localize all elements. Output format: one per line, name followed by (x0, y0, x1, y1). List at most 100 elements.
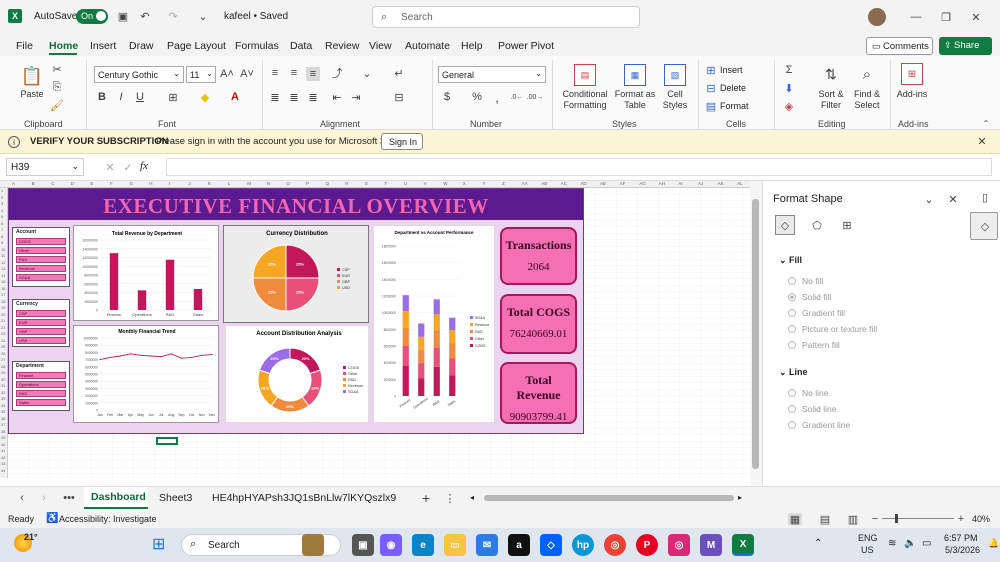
more-sheets-icon[interactable]: ••• (62, 492, 76, 504)
row-header[interactable]: 5 (1, 214, 3, 219)
row-header[interactable]: 8 (1, 234, 3, 239)
fill-color-icon[interactable]: ◆ (198, 91, 212, 104)
row-header[interactable]: 42 (1, 455, 5, 460)
file-explorer-icon[interactable]: ▭ (444, 534, 466, 556)
slicer-account[interactable]: Account COGS Other R&D Revenue SG&A (12, 227, 70, 287)
bold-icon[interactable]: B (96, 91, 108, 103)
column-header[interactable]: O (286, 181, 290, 186)
row-header[interactable]: 27 (1, 357, 5, 362)
battery-icon[interactable]: ▭ (922, 538, 931, 549)
conditional-formatting-button[interactable]: Conditional Formatting (558, 89, 612, 111)
format-cells-button[interactable]: Format (720, 101, 749, 111)
zoom-level[interactable]: 40% (972, 514, 990, 524)
sort-filter-icon[interactable]: ⇅ (820, 63, 842, 85)
scroll-thumb[interactable] (752, 199, 759, 469)
pinterest-icon[interactable]: P (636, 534, 658, 556)
currency-chart-card[interactable]: Currency Distribution 25% 25% 25% 25% CSP EUR G… (223, 225, 369, 323)
row-header[interactable]: 17 (1, 292, 5, 297)
save-icon[interactable]: ▣ (116, 9, 130, 23)
font-size-select[interactable]: 11 ⌄ (186, 66, 216, 83)
excel-taskbar-icon[interactable]: X (732, 534, 754, 556)
row-header[interactable]: 26 (1, 351, 5, 356)
column-header[interactable]: Y (482, 181, 485, 186)
redo-icon[interactable]: ↷ (166, 9, 180, 23)
column-header[interactable]: J (188, 181, 190, 186)
row-header[interactable]: 30 (1, 377, 5, 382)
slicer-department[interactable]: Department Finance Operations R&D Sales (12, 361, 70, 411)
vertical-scrollbar[interactable] (750, 181, 762, 485)
row-header[interactable]: 20 (1, 312, 5, 317)
decrease-decimal-icon[interactable]: .00→ (527, 91, 544, 103)
paste-icon[interactable]: 📋 (20, 64, 44, 88)
volume-icon[interactable]: 🔈 (904, 538, 916, 549)
fill-section-toggle[interactable]: ⌄ Fill (779, 255, 802, 266)
prev-sheet-icon[interactable]: ‹ (16, 492, 28, 504)
column-header[interactable]: R (345, 181, 348, 186)
pane-options-icon[interactable]: ⌄ (923, 193, 935, 206)
edge-icon[interactable]: e (412, 534, 434, 556)
row-header[interactable]: 3 (1, 201, 3, 206)
insert-cells-button[interactable]: Insert (720, 65, 743, 75)
row-header[interactable]: 18 (1, 299, 5, 304)
column-header[interactable]: W (443, 181, 447, 186)
solid-fill-radio[interactable]: Solid fill (788, 292, 831, 302)
increase-font-icon[interactable]: A˄ (220, 67, 234, 81)
customize-toolbar-icon[interactable]: ⌄ (196, 9, 210, 23)
row-header[interactable]: 7 (1, 227, 3, 232)
column-header[interactable]: S (365, 181, 368, 186)
next-sheet-icon[interactable]: › (38, 492, 50, 504)
solid-line-radio[interactable]: Solid line (788, 404, 837, 414)
row-header[interactable]: 6 (1, 221, 3, 226)
microsoft365-icon[interactable]: M (700, 534, 722, 556)
slicer-item[interactable]: Sales (16, 399, 66, 406)
font-name-select[interactable]: Century Gothic ⌄ (94, 66, 184, 83)
row-header[interactable]: 22 (1, 325, 5, 330)
column-header[interactable]: I (169, 181, 170, 186)
column-header[interactable]: P (306, 181, 309, 186)
row-headers[interactable]: 1 2 3 4 5 6 7 8 9 10 11 12 13 14 15 16 17 18 19 20 21 22 23 24 2… (0, 188, 8, 478)
row-header[interactable]: 41 (1, 448, 5, 453)
row-header[interactable]: 31 (1, 383, 5, 388)
tab-draw[interactable]: Draw (129, 40, 154, 52)
chrome-icon[interactable]: ◎ (604, 534, 626, 556)
column-header[interactable]: M (247, 181, 251, 186)
align-right-icon[interactable]: ≣ (306, 91, 320, 104)
effects-tab-icon[interactable]: ⬠ (809, 217, 825, 233)
fill-line-tab-icon[interactable]: ◇ (775, 215, 795, 235)
accessibility-status[interactable]: Accessibility: Investigate (59, 514, 157, 524)
no-fill-radio[interactable]: No fill (788, 276, 823, 286)
column-header[interactable]: B (32, 181, 35, 186)
find-select-icon[interactable]: ⌕ (856, 63, 878, 85)
copilot-icon[interactable]: ◉ (380, 534, 402, 556)
wifi-icon[interactable]: ≋ (888, 538, 896, 549)
merge-center-icon[interactable]: ⊟ (392, 91, 406, 104)
normal-view-icon[interactable]: ▦ (788, 513, 802, 526)
increase-decimal-icon[interactable]: .0← (510, 91, 524, 103)
tab-page-layout[interactable]: Page Layout (167, 40, 226, 52)
tab-data[interactable]: Data (290, 40, 312, 52)
row-header[interactable]: 13 (1, 266, 5, 271)
revenue-chart-card[interactable]: Total Revenue by Department 16000000 14000… (73, 225, 219, 321)
slicer-item[interactable]: Other (16, 247, 66, 254)
share-button[interactable]: ⇪ Share (939, 37, 992, 55)
column-header[interactable]: AJ (698, 181, 703, 186)
row-header[interactable]: 2 (1, 195, 3, 200)
column-header[interactable]: D (71, 181, 74, 186)
close-pane-icon[interactable]: ✕ (947, 193, 959, 206)
column-header[interactable]: AF (620, 181, 626, 186)
tab-help[interactable]: Help (461, 40, 483, 52)
format-as-table-icon[interactable]: ▦ (624, 64, 646, 86)
language-indicator[interactable]: ENG (858, 533, 878, 543)
column-header[interactable]: AI (678, 181, 682, 186)
comma-style-icon[interactable]: , (490, 90, 504, 105)
zoom-out-icon[interactable]: − (870, 513, 880, 525)
font-color-icon[interactable]: A (228, 91, 242, 103)
file-status[interactable]: kafeel • Saved (224, 11, 288, 22)
page-layout-view-icon[interactable]: ▤ (818, 513, 832, 526)
orientation-dropdown-icon[interactable]: ⌄ (360, 67, 374, 80)
notification-icon[interactable]: 🔔 (988, 538, 999, 549)
task-view-icon[interactable]: ▣ (352, 534, 374, 556)
italic-icon[interactable]: I (115, 91, 127, 103)
row-header[interactable]: 35 (1, 409, 5, 414)
conditional-formatting-icon[interactable]: ▤ (574, 64, 596, 86)
